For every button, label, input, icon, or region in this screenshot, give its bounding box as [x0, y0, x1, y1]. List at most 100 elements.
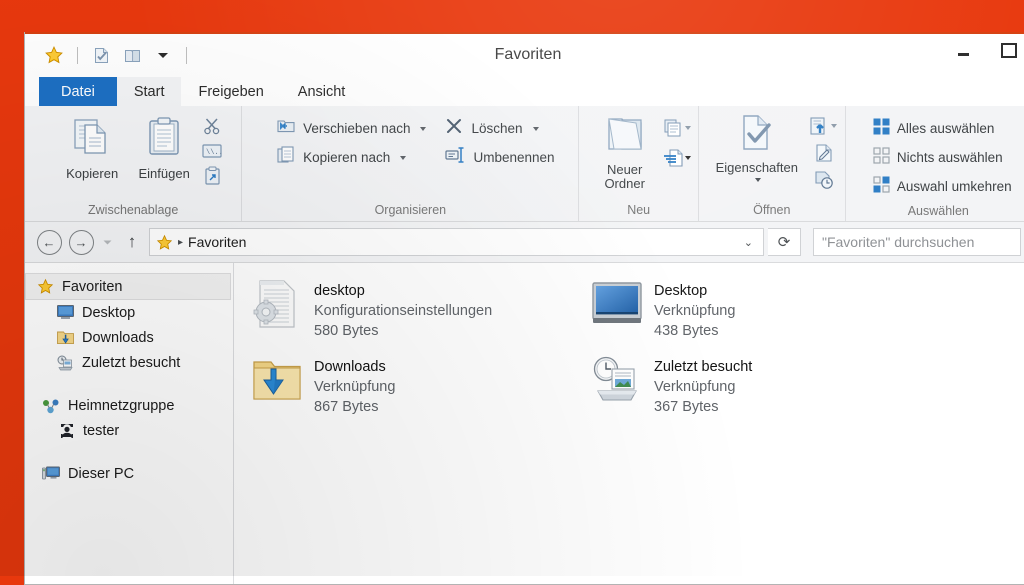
move-to-button[interactable]: Verschieben nach	[272, 115, 432, 142]
navigation-pane: Favoriten Desktop	[25, 263, 234, 585]
qat-separator-2	[186, 47, 187, 64]
title-bar: Favoriten	[25, 34, 1024, 76]
forward-icon[interactable]: →	[67, 228, 95, 256]
oeffnen-small-icons	[808, 113, 840, 191]
ribbon-group-oeffnen: Eigenschaften	[698, 106, 845, 221]
search-input[interactable]: "Favoriten" durchsuchen	[813, 228, 1021, 256]
list-item[interactable]: Desktop Verknüpfung 438 Bytes	[592, 277, 932, 353]
ribbon-group-auswaehlen: Alles auswählen Nich	[845, 106, 1024, 221]
ribbon: Kopieren	[25, 106, 1024, 222]
copy-path-icon[interactable]: \\...	[201, 140, 223, 162]
minimize-icon[interactable]	[941, 34, 986, 66]
group-title-zwischenablage: Zwischenablage	[25, 199, 241, 221]
paste-button[interactable]: Einfügen	[129, 113, 199, 181]
paste-shortcut-icon[interactable]	[201, 165, 223, 187]
easy-access-icon[interactable]	[662, 147, 694, 169]
sidebar-label-zuletzt-besucht: Zuletzt besucht	[82, 355, 180, 371]
ribbon-group-organisieren: Verschieben nach Kopiere	[241, 106, 578, 221]
copy-button[interactable]: Kopieren	[57, 113, 127, 181]
file-size: 367 Bytes	[654, 397, 752, 417]
open-with-icon[interactable]	[808, 115, 840, 137]
sidebar-item-favoriten[interactable]: Favoriten	[25, 273, 231, 300]
back-icon[interactable]: ←	[35, 228, 63, 256]
list-item[interactable]: Downloads Verknüpfung 867 Bytes	[252, 353, 592, 429]
file-size: 580 Bytes	[314, 321, 492, 341]
chevron-down-icon-properties[interactable]	[755, 178, 761, 182]
star-icon	[156, 234, 173, 251]
group-title-neu: Neu	[579, 199, 698, 221]
history-icon[interactable]	[813, 169, 835, 191]
cut-icon[interactable]	[201, 115, 223, 137]
refresh-icon[interactable]: ⟳	[768, 228, 801, 256]
folder-icon[interactable]	[119, 42, 145, 68]
delete-label: Löschen	[471, 121, 522, 136]
sidebar-label-downloads: Downloads	[82, 330, 154, 346]
edit-icon[interactable]	[813, 142, 835, 164]
recent-locations-icon[interactable]	[99, 228, 115, 256]
list-item[interactable]: Zuletzt besucht Verknüpfung 367 Bytes	[592, 353, 932, 429]
sidebar-item-desktop[interactable]: Desktop	[25, 300, 233, 325]
chevron-down-icon-3[interactable]	[533, 127, 539, 131]
new-folder-label: NeuerOrdner	[604, 163, 644, 191]
list-item-meta: Downloads Verknüpfung 867 Bytes	[314, 355, 395, 417]
move-to-label: Verschieben nach	[303, 121, 410, 136]
new-folder-button[interactable]: NeuerOrdner	[590, 113, 660, 191]
search-placeholder: "Favoriten" durchsuchen	[822, 234, 974, 250]
list-item-meta: Zuletzt besucht Verknüpfung 367 Bytes	[654, 355, 752, 417]
select-col: Alles auswählen Nich	[869, 113, 1018, 200]
sidebar-item-downloads[interactable]: Downloads	[25, 325, 233, 350]
ribbon-tabs: Datei Start Freigeben Ansicht	[25, 76, 1024, 106]
sidebar-item-zuletzt-besucht[interactable]: Zuletzt besucht	[25, 350, 233, 375]
sidebar-label-desktop: Desktop	[82, 305, 135, 321]
star-icon[interactable]	[41, 42, 67, 68]
organize-col-1: Verschieben nach Kopiere	[272, 113, 432, 171]
desktop-background: Favoriten Datei Start Freigeben Ansicht	[0, 0, 1024, 576]
select-none-button[interactable]: Nichts auswählen	[869, 144, 1018, 171]
file-name: desktop	[314, 281, 492, 301]
window-controls	[941, 34, 1024, 70]
tab-start[interactable]: Start	[117, 77, 182, 106]
properties-button[interactable]: Eigenschaften	[710, 113, 804, 182]
delete-button[interactable]: Löschen	[440, 115, 560, 142]
paste-icon	[141, 113, 187, 164]
sidebar-item-tester[interactable]: tester	[25, 418, 233, 443]
sidebar-item-dieser-pc[interactable]: Dieser PC	[25, 461, 233, 486]
breadcrumb[interactable]: ▸ Favoriten ⌄	[149, 228, 764, 256]
sidebar-label-favoriten: Favoriten	[62, 279, 122, 295]
select-all-icon	[873, 118, 890, 140]
desktop-monitor-icon	[57, 305, 74, 320]
chevron-down-icon[interactable]	[420, 127, 426, 131]
neu-small-icons	[662, 113, 694, 169]
sidebar-item-heimnetzgruppe[interactable]: Heimnetzgruppe	[25, 393, 233, 418]
breadcrumb-separator[interactable]: ▸	[178, 237, 183, 248]
chevron-down-icon-address[interactable]: ⌄	[744, 236, 757, 249]
up-arrow-icon[interactable]: ↑	[119, 228, 145, 256]
downloads-folder-icon	[57, 330, 74, 345]
chevron-down-icon[interactable]	[150, 42, 176, 68]
svg-text:\\...: \\...	[206, 149, 223, 157]
ribbon-group-neu: NeuerOrdner	[578, 106, 698, 221]
tab-datei[interactable]: Datei	[39, 77, 117, 106]
list-item[interactable]: desktop Konfigurationseinstellungen 580 …	[252, 277, 592, 353]
tab-freigeben[interactable]: Freigeben	[181, 77, 280, 106]
tab-ansicht[interactable]: Ansicht	[281, 77, 363, 106]
invert-selection-button[interactable]: Auswahl umkehren	[869, 173, 1018, 200]
chevron-down-icon-2[interactable]	[400, 156, 406, 160]
rename-button[interactable]: Umbenennen	[440, 144, 560, 171]
config-file-icon	[252, 279, 302, 329]
copy-icon	[69, 113, 115, 164]
select-all-label: Alles auswählen	[897, 121, 995, 136]
maximize-icon[interactable]	[986, 34, 1024, 66]
breadcrumb-current[interactable]: Favoriten	[188, 234, 246, 250]
select-all-button[interactable]: Alles auswählen	[869, 115, 1018, 142]
list-item-meta: Desktop Verknüpfung 438 Bytes	[654, 279, 735, 341]
properties-icon[interactable]	[88, 42, 114, 68]
select-none-label: Nichts auswählen	[897, 150, 1003, 165]
recent-places-icon	[57, 355, 74, 371]
copy-to-button[interactable]: Kopieren nach	[272, 144, 432, 171]
sidebar-label-tester: tester	[83, 423, 119, 439]
desktop-monitor-icon	[592, 279, 642, 329]
copy-label: Kopieren	[66, 167, 118, 181]
file-list[interactable]: desktop Konfigurationseinstellungen 580 …	[234, 263, 1024, 585]
new-item-icon[interactable]	[662, 117, 694, 139]
